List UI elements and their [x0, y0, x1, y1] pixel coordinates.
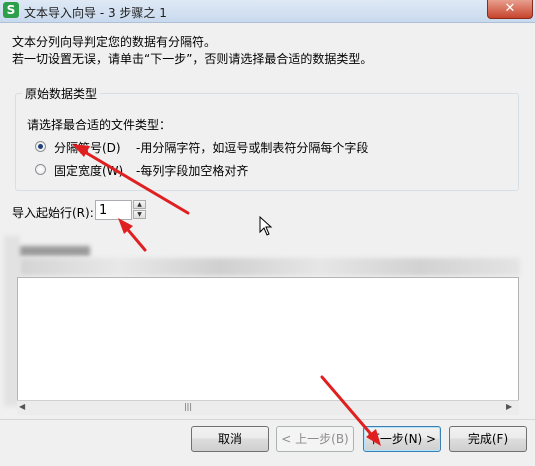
annotation-arrow-1	[76, 146, 190, 215]
annotation-arrows	[72, 144, 381, 446]
annotation-arrow-3	[320, 375, 378, 442]
